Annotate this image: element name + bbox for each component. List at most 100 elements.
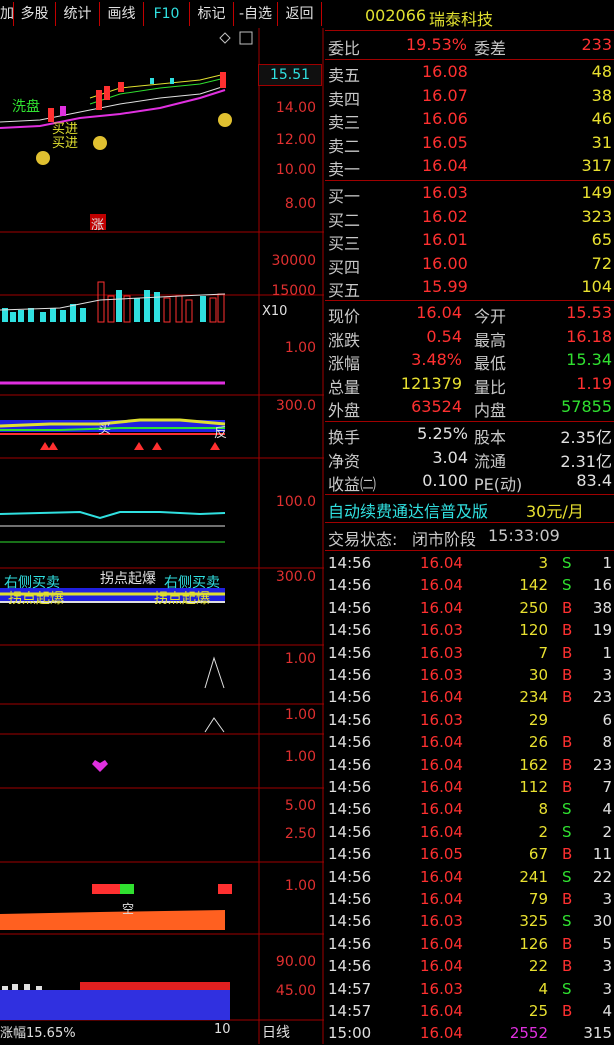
tick-price: 16.04 [420, 755, 463, 774]
diff-value: 233 [581, 35, 612, 54]
tick-volume: 22 [528, 957, 548, 976]
quote-row: 总量 121379 量比 1.19 [326, 374, 614, 397]
tick-volume: 2 [538, 822, 548, 841]
fund-value: 0.100 [422, 471, 468, 491]
ask-row[interactable]: 卖五 16.08 48 [326, 62, 614, 85]
indicator-axis-label: 1.00 [284, 707, 316, 723]
tick-count: 2 [602, 822, 612, 841]
ask-row[interactable]: 卖一 16.04 317 [326, 156, 614, 179]
quote-label: 内盘 [474, 401, 507, 421]
kline-chart-area[interactable]: 15.51 14.00 12.00 10.00 8.00 30000 15000… [0, 28, 324, 1044]
fund-value: 5.25% [417, 424, 468, 443]
tick-price: 16.04 [420, 1024, 463, 1043]
signal-label: 买进 [52, 136, 79, 151]
bid-row[interactable]: 买一 16.03 149 [326, 183, 614, 206]
tick-volume: 3 [538, 554, 548, 572]
fund-value: 2.35亿 [560, 428, 612, 447]
tick-row: 15:00 16.04 2552 315 [326, 1022, 614, 1044]
tick-volume: 2552 [509, 1024, 548, 1043]
price-axis-label: 8.00 [284, 196, 316, 212]
bid-volume: 104 [581, 277, 612, 297]
period-label[interactable]: 日线 [262, 1022, 290, 1042]
bid-row[interactable]: 买三 16.01 65 [326, 230, 614, 253]
tick-row: 14:57 16.04 25 B 4 [326, 1000, 614, 1022]
trade-status-row: 交易状态: 闭市阶段 15:33:09 [326, 526, 614, 549]
quote-row: 涨幅 3.48% 最低 15.34 [326, 350, 614, 374]
quote-value: 15.34 [566, 350, 612, 370]
tick-time: 14:57 [328, 1002, 372, 1020]
tick-time: 14:56 [328, 822, 372, 841]
money-bag-icon [218, 113, 232, 127]
tick-volume: 142 [519, 576, 548, 595]
price-axis-label: 10.00 [275, 162, 316, 178]
tick-side: B [562, 957, 573, 976]
quote-value: 16.18 [566, 326, 612, 346]
toolbar-f10-button[interactable]: F10 [144, 2, 190, 26]
tick-price: 16.03 [420, 621, 463, 640]
fund-label: 净资 [328, 451, 361, 471]
tick-count: 8 [602, 733, 612, 752]
toolbar-multi-stock-button[interactable]: 多股 [14, 2, 56, 26]
tick-row: 14:56 16.05 67 B 11 [326, 843, 614, 865]
bid-row[interactable]: 买五 15.99 104 [326, 277, 614, 301]
tick-time: 14:56 [328, 621, 372, 640]
toolbar-draw-button[interactable]: 画线 [100, 2, 144, 26]
tick-side: S [562, 867, 572, 886]
tick-volume: 162 [519, 755, 548, 774]
tick-volume: 8 [538, 800, 548, 819]
bid-row[interactable]: 买四 16.00 72 [326, 254, 614, 277]
quote-label: 现价 [328, 307, 361, 326]
bid-row[interactable]: 买二 16.02 323 [326, 207, 614, 230]
fundamentals-row: 换手 5.25% 股本 2.35亿 [326, 424, 614, 447]
ask-row[interactable]: 卖三 16.06 46 [326, 109, 614, 132]
tick-count: 4 [602, 800, 612, 819]
toolbar-back-button[interactable]: 返回 [278, 2, 322, 26]
tick-volume: 29 [528, 710, 548, 729]
tick-count: 7 [602, 778, 612, 796]
bid-label: 买五 [328, 281, 361, 301]
ask-price: 16.05 [422, 132, 468, 152]
quote-value: 16.04 [416, 303, 462, 322]
change-percent-label: 涨幅15.65% [0, 1026, 76, 1041]
toolbar-stats-button[interactable]: 统计 [56, 2, 100, 26]
ask-label: 卖二 [328, 136, 361, 156]
tick-price: 16.03 [420, 643, 463, 662]
tick-side: B [562, 934, 573, 953]
ratio-value: 19.53% [406, 35, 468, 54]
bid-volume: 149 [581, 183, 612, 202]
money-bag-icon [93, 136, 107, 150]
ask-price: 16.04 [422, 156, 468, 176]
indicator-axis-label: 90.00 [275, 954, 316, 970]
tick-time: 14:56 [328, 643, 372, 662]
quote-label: 最低 [474, 354, 507, 374]
toolbar-add-button[interactable]: 加 [0, 2, 14, 26]
diff-label: 委差 [474, 39, 507, 58]
tick-count: 3 [602, 666, 612, 684]
fund-value: 83.4 [576, 471, 612, 491]
tick-row: 14:56 16.04 2 S 2 [326, 821, 614, 843]
fund-label: PE(动) [474, 475, 523, 495]
tick-time: 14:56 [328, 912, 372, 931]
tick-row: 14:56 16.04 22 B 3 [326, 955, 614, 977]
diamond-icon [219, 32, 231, 44]
toolbar-mark-button[interactable]: 标记 [190, 2, 234, 26]
ask-volume: 317 [581, 156, 612, 176]
signal-label: 洗盘 [12, 99, 40, 115]
ask-row[interactable]: 卖四 16.07 38 [326, 86, 614, 109]
tick-side: S [562, 576, 572, 595]
tick-time: 14:57 [328, 979, 372, 998]
tick-row: 14:56 16.04 250 B 38 [326, 597, 614, 619]
tick-volume: 67 [528, 845, 548, 864]
ad-banner[interactable]: 自动续费通达信普及版 30元/月 [326, 498, 614, 521]
toolbar-watchlist-button[interactable]: -自选 [234, 2, 278, 26]
tick-time: 14:56 [328, 666, 372, 684]
indicator-axis-label: 1.00 [284, 651, 316, 667]
tick-price: 16.04 [420, 890, 463, 908]
tick-count: 38 [592, 598, 612, 617]
signal-label: 拐点起爆 [154, 591, 210, 607]
tick-count: 1 [602, 643, 612, 662]
tick-row: 14:56 16.04 241 S 22 [326, 866, 614, 888]
tick-price: 16.04 [420, 554, 463, 572]
ask-row[interactable]: 卖二 16.05 31 [326, 132, 614, 156]
signal-label: 涨 [91, 218, 105, 233]
